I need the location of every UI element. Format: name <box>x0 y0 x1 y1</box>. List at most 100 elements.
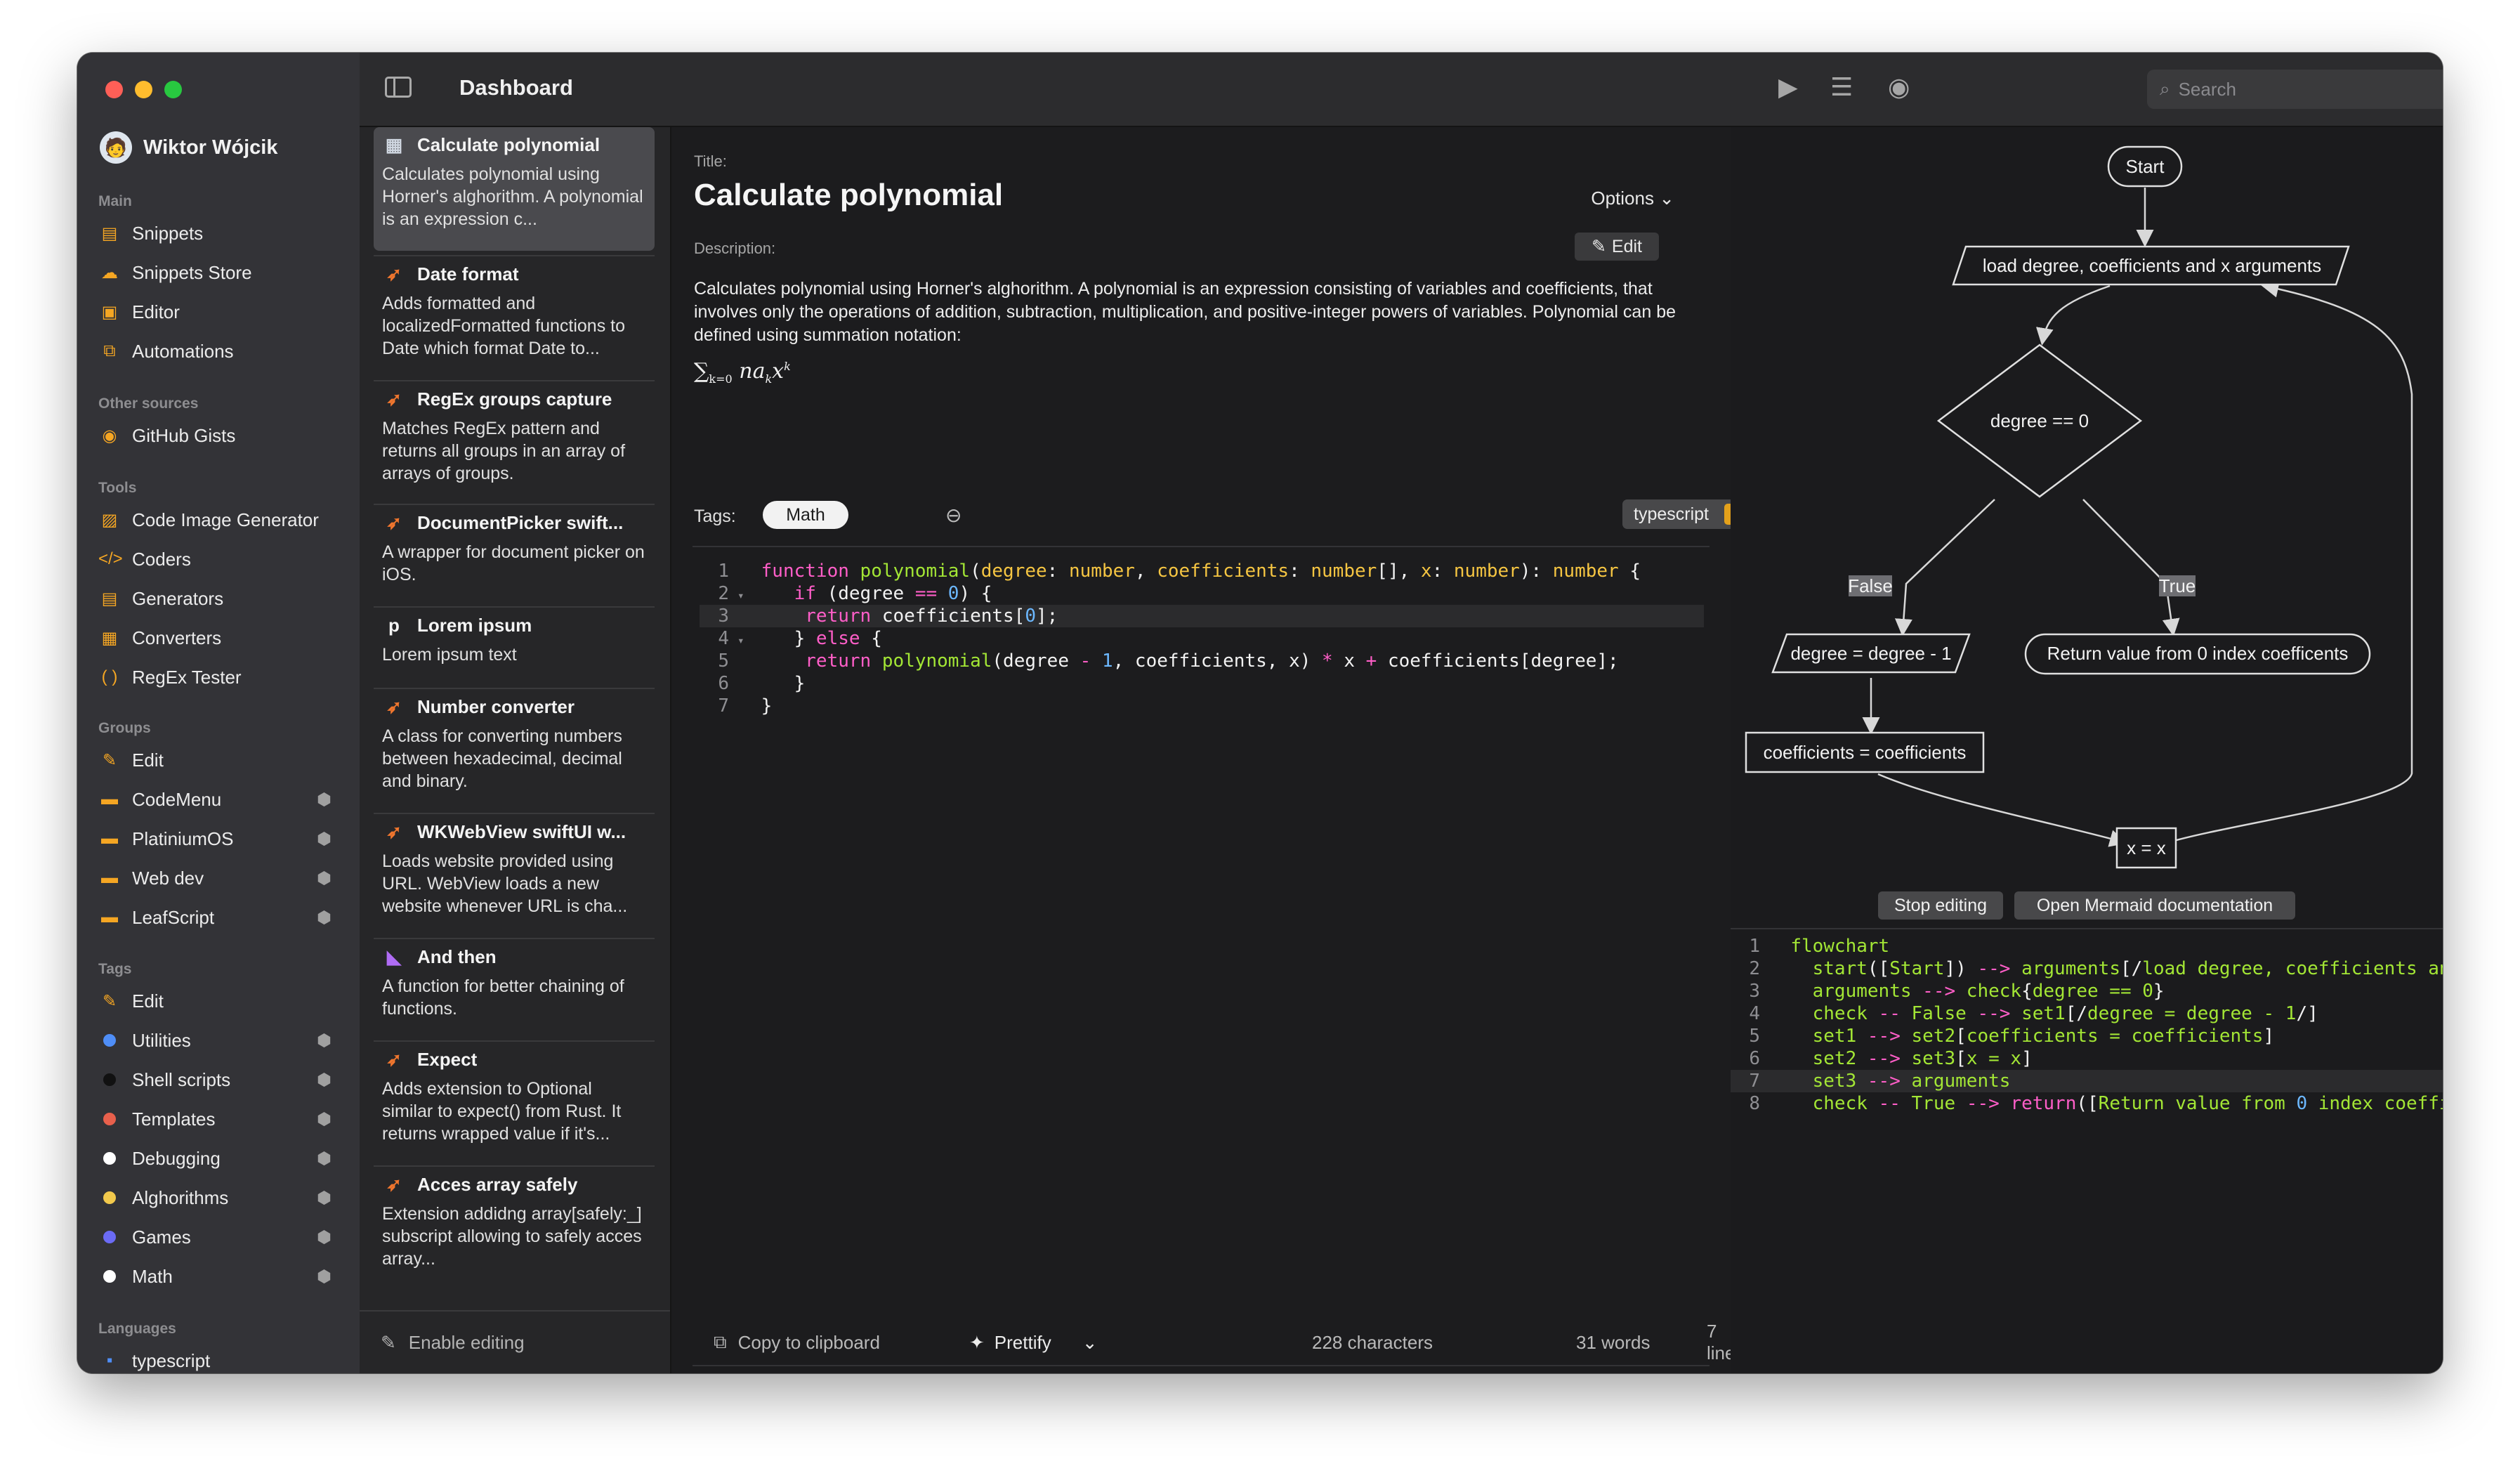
prettify-button[interactable]: ✦ Prettify ⌄ <box>969 1332 1098 1354</box>
formula-image: ∑k=0 nakxk <box>694 359 791 386</box>
flow-edge <box>1877 773 2127 847</box>
package-icon: ⬢ <box>317 1070 332 1090</box>
flow-label-return: Return value from 0 index coefficents <box>2047 643 2349 664</box>
toolbar: Dashboard ▶ ☰ ◉ ⌕ Search + ✓ <box>360 53 2443 127</box>
snippet-title: Calculate polynomial <box>694 178 1004 212</box>
swift-icon: ➶ <box>386 1049 402 1070</box>
character-count: 228 characters <box>1312 1331 1433 1353</box>
package-icon: ⬢ <box>317 1109 332 1129</box>
sidebar-item-editor[interactable]: ▣ Editor <box>98 295 344 329</box>
package-icon: ⬢ <box>317 790 332 809</box>
sidebar-item-web-dev[interactable]: ▬ Web dev ⬢ <box>98 861 344 895</box>
sidebar-item-shell-scripts[interactable]: Shell scripts ⬢ <box>98 1063 344 1097</box>
search-field[interactable]: ⌕ Search <box>2147 70 2443 109</box>
chevron-down-icon: ⌄ <box>1082 1331 1098 1353</box>
zoom-window-button[interactable] <box>164 81 182 98</box>
app-window: 🧑 Wiktor Wójcik Main ▤ Snippets ☁ Snippets… <box>77 53 2443 1373</box>
tag-color-dot <box>103 1270 116 1283</box>
stop-editing-button[interactable]: Stop editing <box>1878 891 2003 920</box>
copy-to-clipboard-button[interactable]: ⧉ Copy to clipboard <box>714 1331 880 1354</box>
sidebar-item-coders[interactable]: </> Coders <box>98 542 344 576</box>
sidebar-item-codemenu[interactable]: ▬ CodeMenu ⬢ <box>98 783 344 816</box>
list-item[interactable]: ➶ Acces array safely Extension addidng ar… <box>374 1167 655 1288</box>
section-groups: Groups <box>98 720 151 736</box>
toggle-sidebar-icon[interactable] <box>385 77 412 98</box>
section-tags: Tags <box>98 961 132 977</box>
minimize-window-button[interactable] <box>135 81 152 98</box>
sidebar-item-groups-edit[interactable]: ✎ Edit <box>98 743 344 777</box>
tag-color-dot <box>103 1152 116 1165</box>
pencil-icon: ✎ <box>1591 237 1606 256</box>
section-languages: Languages <box>98 1321 176 1337</box>
sidebar-item-leafscript[interactable]: ▬ LeafScript ⬢ <box>98 901 344 934</box>
list-item[interactable]: ▦ Calculate polynomial Calculates polynom… <box>374 127 655 251</box>
section-other-sources: Other sources <box>98 395 199 412</box>
sidebar-item-code-image-generator[interactable]: ▨ Code Image Generator <box>98 503 344 537</box>
list-item[interactable]: ➶ DocumentPicker swift... A wrapper for d… <box>374 505 655 603</box>
enable-editing-button[interactable]: ✎ Enable editing <box>360 1310 670 1373</box>
flow-label-false: False <box>1848 575 1893 596</box>
sidebar-item-templates[interactable]: Templates ⬢ <box>98 1102 344 1136</box>
title-label: Title: <box>694 152 727 170</box>
play-icon[interactable]: ▶ <box>1778 72 1798 102</box>
sidebar-item-snippets-store[interactable]: ☁ Snippets Store <box>98 256 344 289</box>
list-item[interactable]: ➶ Number converter A class for converting… <box>374 689 655 810</box>
cloud-icon: ☁ <box>101 263 118 282</box>
user-profile[interactable]: 🧑 Wiktor Wójcik <box>100 131 277 164</box>
search-input[interactable]: Search <box>2179 79 2236 100</box>
section-tools: Tools <box>98 480 137 496</box>
swift-icon: ➶ <box>386 388 402 410</box>
list-item[interactable]: ➶ RegEx groups capture Matches RegEx patt… <box>374 381 655 502</box>
mermaid-code-editor[interactable]: 1 flowchart 2 start([Start]) --> argumen… <box>1731 935 2443 1115</box>
flow-edge <box>2168 280 2413 844</box>
flow-label-check: degree == 0 <box>1990 410 2089 431</box>
pencil-icon: ✎ <box>102 750 117 770</box>
sidebar-item-alghorithms[interactable]: Alghorithms ⬢ <box>98 1181 344 1215</box>
swift-icon: ➶ <box>386 821 402 842</box>
options-menu[interactable]: Options ⌄ <box>1591 188 1674 209</box>
list-item[interactable]: ◣ And then A function for better chaining… <box>374 939 655 1038</box>
typescript-icon: ▪ <box>106 1351 113 1370</box>
sidebar-item-automations[interactable]: ⧉ Automations <box>98 334 344 368</box>
tag-color-dot <box>103 1231 116 1243</box>
sidebar-item-typescript[interactable]: ▪ typescript <box>98 1344 344 1373</box>
page-title: Dashboard <box>459 75 573 100</box>
list-item[interactable]: ➶ Date format Adds formatted and localize… <box>374 256 655 377</box>
typescript-icon: ▦ <box>385 134 403 155</box>
snippet-detail: Title: Calculate polynomial Options ⌄ De… <box>671 127 1763 1373</box>
sidebar-item-github-gists[interactable]: ◉ GitHub Gists <box>98 419 344 452</box>
sidebar-item-utilities[interactable]: Utilities ⬢ <box>98 1024 344 1057</box>
description-label: Description: <box>694 240 776 257</box>
sidebar-item-tags-edit[interactable]: ✎ Edit <box>98 984 344 1018</box>
package-icon: ⬢ <box>317 1267 332 1286</box>
flow-label-set2: coefficients = coefficients <box>1764 742 1967 763</box>
sidebar-item-debugging[interactable]: Debugging ⬢ <box>98 1142 344 1175</box>
swift-icon: ➶ <box>386 1174 402 1195</box>
eye-icon[interactable]: ◉ <box>1888 72 1910 102</box>
sidebar-item-math[interactable]: Math ⬢ <box>98 1260 344 1293</box>
copy-icon: ⧉ <box>714 1331 727 1352</box>
sidebar-item-snippets[interactable]: ▤ Snippets <box>98 216 344 250</box>
sidebar-item-converters[interactable]: ▦ Converters <box>98 621 344 655</box>
package-icon: ⬢ <box>317 1227 332 1247</box>
swift-icon: ➶ <box>386 263 402 285</box>
flow-label-set3: x = x <box>2127 837 2166 858</box>
list-item[interactable]: p Lorem ipsum Lorem ipsum text <box>374 608 655 685</box>
pencil-icon: ✎ <box>102 991 117 1011</box>
more-tags-icon[interactable]: ⊖ <box>945 504 962 527</box>
code-editor[interactable]: 1 function polynomial(degree: number, co… <box>700 560 1704 717</box>
swift-icon: ➶ <box>386 512 402 533</box>
layout-icon[interactable]: ☰ <box>1830 72 1853 102</box>
sidebar-item-platiniumos[interactable]: ▬ PlatiniumOS ⬢ <box>98 822 344 856</box>
pencil-icon: ✎ <box>381 1331 396 1353</box>
list-item[interactable]: ➶ WKWebView swiftUI w... Loads website pr… <box>374 814 655 935</box>
sidebar-item-regex-tester[interactable]: ( ) RegEx Tester <box>98 660 344 694</box>
sidebar-item-generators[interactable]: ▤ Generators <box>98 582 344 615</box>
edit-description-button[interactable]: ✎ Edit <box>1575 233 1659 261</box>
close-window-button[interactable] <box>105 81 123 98</box>
sidebar-item-games[interactable]: Games ⬢ <box>98 1220 344 1254</box>
editor-icon: ▣ <box>101 302 118 322</box>
open-mermaid-docs-button[interactable]: Open Mermaid documentation <box>2014 891 2295 920</box>
tag-math[interactable]: Math <box>763 501 848 529</box>
list-item[interactable]: ➶ Expect Adds extension to Optional simil… <box>374 1042 655 1163</box>
